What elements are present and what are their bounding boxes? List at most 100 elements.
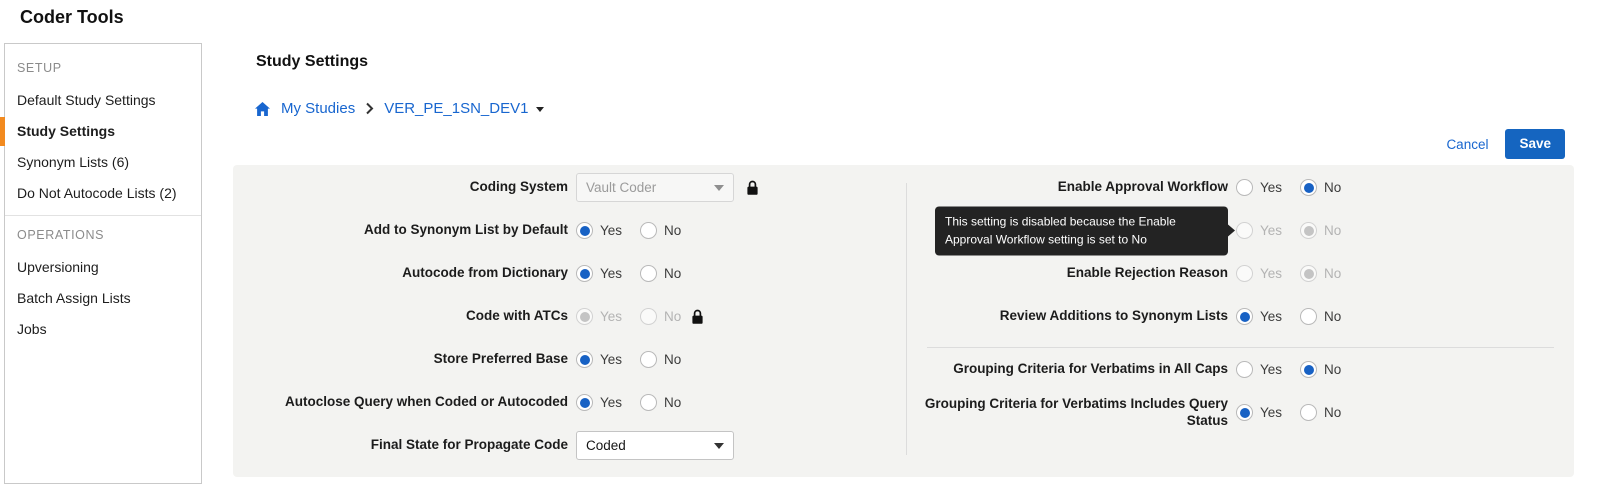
setting-control-review-additions-to-synonym-lists: Yes No: [1236, 308, 1341, 325]
setting-control-grouping-criteria-for-verbatims-in-all-caps: Yes No: [1236, 361, 1341, 378]
setting-label-grouping-criteria-for-verbatims-includes-query-status: Grouping Criteria for Verbatims Includes…: [907, 396, 1228, 428]
radio-selected-icon: [1300, 222, 1317, 239]
settings-column-left: Coding SystemVault CoderAdd to Synonym L…: [233, 166, 893, 467]
setting-label-store-preferred-base: Store Preferred Base: [233, 351, 568, 367]
add-to-synonym-list-by-default-no-radio[interactable]: No: [640, 222, 681, 239]
radio-option-label: No: [1324, 309, 1341, 324]
setting-label-coding-system: Coding System: [233, 179, 568, 195]
setting-control-disabled-approval-setting: YesNo: [1236, 222, 1341, 239]
radio-unselected-icon: [1236, 265, 1253, 282]
sidebar-item-study-settings[interactable]: Study Settings: [5, 116, 201, 147]
setting-label-enable-rejection-reason: Enable Rejection Reason: [907, 265, 1228, 281]
radio-selected-icon: [1300, 179, 1317, 196]
radio-option-label: Yes: [1260, 362, 1282, 377]
chevron-down-icon: [714, 443, 724, 449]
breadcrumb-study-selector[interactable]: VER_PE_1SN_DEV1: [384, 100, 544, 117]
enable-rejection-reason-yes-radio: Yes: [1236, 265, 1282, 282]
autoclose-query-when-coded-or-autocoded-no-radio[interactable]: No: [640, 394, 681, 411]
radio-unselected-icon: [640, 351, 657, 368]
radio-selected-icon: [1300, 265, 1317, 282]
autocode-from-dictionary-no-radio[interactable]: No: [640, 265, 681, 282]
radio-option-label: No: [664, 352, 681, 367]
enable-rejection-reason-no-radio: No: [1300, 265, 1341, 282]
sidebar-item-upversioning[interactable]: Upversioning: [5, 252, 201, 283]
setting-control-add-to-synonym-list-by-default: Yes No: [576, 222, 681, 239]
sidebar-item-batch-assign-lists[interactable]: Batch Assign Lists: [5, 283, 201, 314]
radio-option-label: Yes: [1260, 180, 1282, 195]
breadcrumb: My Studies VER_PE_1SN_DEV1: [254, 100, 544, 117]
setting-label-code-with-atcs: Code with ATCs: [233, 308, 568, 324]
radio-selected-icon: [576, 265, 593, 282]
radio-selected-icon: [1236, 404, 1253, 421]
sidebar-item-default-study-settings[interactable]: Default Study Settings: [5, 85, 201, 116]
setting-control-grouping-criteria-for-verbatims-includes-query-status: Yes No: [1236, 404, 1341, 421]
app-title: Coder Tools: [20, 7, 124, 28]
review-additions-to-synonym-lists-yes-radio[interactable]: Yes: [1236, 308, 1282, 325]
grouping-criteria-for-verbatims-in-all-caps-yes-radio[interactable]: Yes: [1236, 361, 1282, 378]
breadcrumb-study-name: VER_PE_1SN_DEV1: [384, 100, 528, 117]
enable-approval-workflow-no-radio[interactable]: No: [1300, 179, 1341, 196]
autoclose-query-when-coded-or-autocoded-yes-radio[interactable]: Yes: [576, 394, 622, 411]
lock-icon: [746, 180, 759, 196]
setting-row-grouping-criteria-for-verbatims-includes-query-status: Grouping Criteria for Verbatims Includes…: [907, 391, 1568, 434]
radio-unselected-icon: [640, 222, 657, 239]
setting-row-code-with-atcs: Code with ATCsYesNo: [233, 295, 893, 338]
radio-option-label: Yes: [1260, 405, 1282, 420]
sidebar-section-divider: [5, 215, 201, 216]
radio-option-label: No: [1324, 405, 1341, 420]
sidebar: SETUPDefault Study SettingsStudy Setting…: [4, 43, 202, 484]
radio-selected-icon: [576, 308, 593, 325]
setting-row-coding-system: Coding SystemVault Coder: [233, 166, 893, 209]
breadcrumb-chevron-icon: [365, 102, 374, 115]
setting-control-final-state-for-propagate-code: Coded: [576, 431, 734, 460]
code-with-atcs-no-radio: No: [640, 308, 681, 325]
radio-option-label: Yes: [600, 395, 622, 410]
radio-selected-icon: [1236, 308, 1253, 325]
setting-label-final-state-for-propagate-code: Final State for Propagate Code: [233, 437, 568, 453]
autocode-from-dictionary-yes-radio[interactable]: Yes: [576, 265, 622, 282]
setting-row-add-to-synonym-list-by-default: Add to Synonym List by Default Yes No: [233, 209, 893, 252]
disabled-setting-tooltip: This setting is disabled because the Ena…: [935, 206, 1228, 255]
settings-panel: Coding SystemVault CoderAdd to Synonym L…: [233, 165, 1574, 477]
save-button[interactable]: Save: [1505, 129, 1565, 159]
store-preferred-base-no-radio[interactable]: No: [640, 351, 681, 368]
sidebar-item-jobs[interactable]: Jobs: [5, 314, 201, 345]
radio-unselected-icon: [1300, 308, 1317, 325]
setting-row-enable-approval-workflow: Enable Approval Workflow Yes No: [907, 166, 1568, 209]
setting-row-autocode-from-dictionary: Autocode from Dictionary Yes No: [233, 252, 893, 295]
final-state-for-propagate-code-select[interactable]: Coded: [576, 431, 734, 460]
radio-option-label: No: [1324, 223, 1341, 238]
chevron-down-icon: [714, 185, 724, 191]
grouping-criteria-for-verbatims-includes-query-status-yes-radio[interactable]: Yes: [1236, 404, 1282, 421]
radio-unselected-icon: [640, 308, 657, 325]
store-preferred-base-yes-radio[interactable]: Yes: [576, 351, 622, 368]
setting-control-store-preferred-base: Yes No: [576, 351, 681, 368]
setting-label-autocode-from-dictionary: Autocode from Dictionary: [233, 265, 568, 281]
grouping-criteria-for-verbatims-in-all-caps-no-radio[interactable]: No: [1300, 361, 1341, 378]
radio-selected-icon: [576, 351, 593, 368]
radio-unselected-icon: [640, 265, 657, 282]
setting-label-enable-approval-workflow: Enable Approval Workflow: [907, 179, 1228, 195]
sidebar-section-header-setup: SETUP: [5, 53, 201, 85]
cancel-button[interactable]: Cancel: [1446, 137, 1488, 152]
setting-control-enable-approval-workflow: Yes No: [1236, 179, 1341, 196]
radio-option-label: Yes: [1260, 309, 1282, 324]
radio-option-label: Yes: [600, 266, 622, 281]
radio-option-label: No: [664, 223, 681, 238]
review-additions-to-synonym-lists-no-radio[interactable]: No: [1300, 308, 1341, 325]
sidebar-item-do-not-autocode-lists-2[interactable]: Do Not Autocode Lists (2): [5, 178, 201, 209]
sidebar-item-synonym-lists-6[interactable]: Synonym Lists (6): [5, 147, 201, 178]
add-to-synonym-list-by-default-yes-radio[interactable]: Yes: [576, 222, 622, 239]
enable-approval-workflow-yes-radio[interactable]: Yes: [1236, 179, 1282, 196]
radio-option-label: No: [664, 395, 681, 410]
radio-unselected-icon: [1236, 179, 1253, 196]
radio-unselected-icon: [1300, 404, 1317, 421]
radio-unselected-icon: [640, 394, 657, 411]
radio-option-label: Yes: [1260, 266, 1282, 281]
setting-label-add-to-synonym-list-by-default: Add to Synonym List by Default: [233, 222, 568, 238]
setting-row-enable-rejection-reason: Enable Rejection Reason Yes No: [907, 252, 1568, 295]
breadcrumb-my-studies[interactable]: My Studies: [281, 100, 355, 117]
radio-selected-icon: [1300, 361, 1317, 378]
setting-row-disabled-approval-setting: YesNo This setting is disabled because th…: [907, 209, 1568, 252]
grouping-criteria-for-verbatims-includes-query-status-no-radio[interactable]: No: [1300, 404, 1341, 421]
